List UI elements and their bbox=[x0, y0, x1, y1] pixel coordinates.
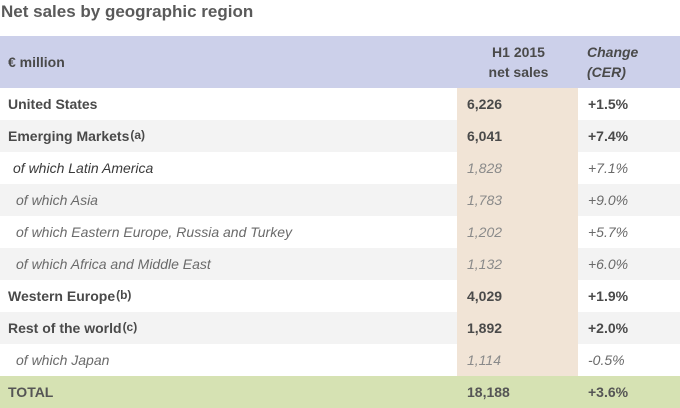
region-label: United States bbox=[8, 96, 98, 112]
region-label: of which Latin America bbox=[10, 157, 162, 179]
header-change: Change (CER) bbox=[578, 36, 680, 88]
table-row: of which Africa and Middle East 1,132 +6… bbox=[0, 248, 680, 280]
change-cell: +6.0% bbox=[578, 248, 680, 280]
change-cell: +1.9% bbox=[578, 280, 680, 312]
region-label: Western Europe bbox=[8, 288, 116, 304]
total-label: TOTAL bbox=[0, 376, 457, 408]
total-row: TOTAL 18,188 +3.6% bbox=[0, 376, 680, 408]
change-cell: -0.5% bbox=[578, 344, 680, 376]
header-sales: H1 2015 net sales bbox=[457, 36, 578, 88]
region-cell: Emerging Markets(a) bbox=[0, 120, 457, 152]
region-cell: of which Latin America bbox=[0, 152, 457, 184]
change-cell: +7.4% bbox=[578, 120, 680, 152]
footnote-marker: (c) bbox=[122, 320, 138, 334]
region-label: of which Eastern Europe, Russia and Turk… bbox=[16, 224, 292, 240]
total-change: +3.6% bbox=[578, 376, 680, 408]
region-label: Rest of the world bbox=[8, 320, 122, 336]
header-change-line1: Change bbox=[587, 44, 639, 60]
sales-cell: 1,132 bbox=[457, 248, 578, 280]
sales-cell: 6,041 bbox=[457, 120, 578, 152]
table-row: Emerging Markets(a) 6,041 +7.4% bbox=[0, 120, 680, 152]
sales-cell: 1,202 bbox=[457, 216, 578, 248]
sales-cell: 1,114 bbox=[457, 344, 578, 376]
region-cell: of which Asia bbox=[0, 184, 457, 216]
change-cell: +1.5% bbox=[578, 88, 680, 120]
sales-cell: 4,029 bbox=[457, 280, 578, 312]
table-row: of which Asia 1,783 +9.0% bbox=[0, 184, 680, 216]
region-cell: of which Japan bbox=[0, 344, 457, 376]
change-cell: +9.0% bbox=[578, 184, 680, 216]
table-row: United States 6,226 +1.5% bbox=[0, 88, 680, 120]
sales-cell: 1,892 bbox=[457, 312, 578, 344]
region-label: Emerging Markets bbox=[8, 128, 130, 144]
region-label: of which Asia bbox=[16, 192, 98, 208]
change-cell: +2.0% bbox=[578, 312, 680, 344]
table-header-row: € million H1 2015 net sales Change (CER) bbox=[0, 36, 680, 88]
net-sales-table: € million H1 2015 net sales Change (CER)… bbox=[0, 36, 680, 408]
table-row: of which Latin America 1,828 +7.1% bbox=[0, 152, 680, 184]
header-region: € million bbox=[0, 36, 457, 88]
table-row: of which Eastern Europe, Russia and Turk… bbox=[0, 216, 680, 248]
region-label: of which Japan bbox=[16, 352, 110, 368]
footnote-marker: (b) bbox=[116, 288, 132, 302]
region-label: of which Africa and Middle East bbox=[16, 256, 211, 272]
sales-cell: 1,783 bbox=[457, 184, 578, 216]
table-row: Rest of the world(c) 1,892 +2.0% bbox=[0, 312, 680, 344]
sales-cell: 1,828 bbox=[457, 152, 578, 184]
footnote-marker: (a) bbox=[130, 128, 146, 142]
sales-cell: 6,226 bbox=[457, 88, 578, 120]
total-sales: 18,188 bbox=[457, 376, 578, 408]
page-title: Net sales by geographic region bbox=[1, 2, 254, 21]
change-cell: +7.1% bbox=[578, 152, 680, 184]
table-row: Western Europe(b) 4,029 +1.9% bbox=[0, 280, 680, 312]
region-cell: of which Africa and Middle East bbox=[0, 248, 457, 280]
region-cell: United States bbox=[0, 88, 457, 120]
header-sales-line1: H1 2015 bbox=[492, 44, 545, 60]
header-change-line2: (CER) bbox=[587, 64, 626, 80]
region-cell: Western Europe(b) bbox=[0, 280, 457, 312]
change-cell: +5.7% bbox=[578, 216, 680, 248]
header-sales-line2: net sales bbox=[488, 64, 549, 80]
table-row: of which Japan 1,114 -0.5% bbox=[0, 344, 680, 376]
region-cell: of which Eastern Europe, Russia and Turk… bbox=[0, 216, 457, 248]
region-cell: Rest of the world(c) bbox=[0, 312, 457, 344]
